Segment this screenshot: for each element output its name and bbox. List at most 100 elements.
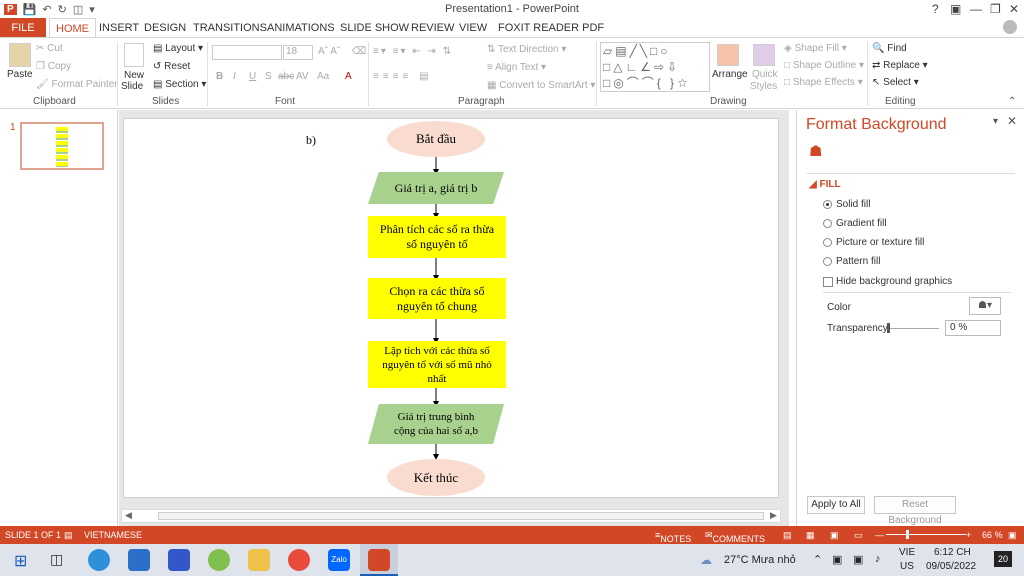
new-slide-icon[interactable] [124, 43, 144, 67]
pane-options-icon[interactable]: ▾ [993, 116, 998, 127]
flowchart-end-oval[interactable]: Kết thúc [387, 459, 485, 496]
bullets-icon[interactable]: ≡▾ ≡▾ ⇤ ⇥ ⇅ [373, 46, 453, 57]
zoom-in-icon[interactable]: + [966, 530, 971, 540]
flowchart-process-product[interactable]: Lập tích với các thừa số nguyên tố với s… [368, 341, 506, 388]
input-language-1[interactable]: VIE [899, 547, 915, 558]
powerpoint-icon[interactable] [368, 549, 390, 571]
text-direction-button[interactable]: ⇅ Text Direction ▾ [487, 44, 566, 55]
restore-icon[interactable]: ❐ [990, 2, 1001, 16]
section-button[interactable]: ▤ Section ▾ [153, 79, 206, 90]
ribbon-display-icon[interactable]: ▣ [950, 2, 961, 16]
fill-bucket-icon[interactable]: ☗ [809, 142, 822, 160]
zoom-slider-thumb[interactable] [906, 530, 909, 539]
tab-foxit-reader-pdf[interactable]: FOXIT READER PDF [492, 18, 610, 38]
language-indicator[interactable]: VIETNAMESE [84, 530, 142, 540]
gradient-fill-radio[interactable] [823, 219, 832, 228]
find-button[interactable]: 🔍 Find [872, 43, 907, 54]
flowchart-process-factorize[interactable]: Phân tích các số ra thừa số nguyên tố [368, 216, 506, 258]
edge-icon[interactable] [88, 549, 110, 571]
flowchart-process-common-factors[interactable]: Chọn ra các thừa số nguyên tố chung [368, 278, 506, 319]
reset-button[interactable]: ↺ Reset [153, 61, 190, 72]
quick-styles-icon[interactable] [753, 44, 775, 66]
volume-icon[interactable]: ♪ [875, 553, 881, 565]
replace-button[interactable]: ⇄ Replace ▾ [872, 60, 928, 71]
alignment-icons[interactable]: ≡≡≡≡ ▤ [373, 71, 433, 82]
show-hidden-icons[interactable]: ⌃ [813, 553, 822, 566]
coccoc-icon[interactable] [208, 549, 230, 571]
comments-button[interactable]: ✉ COMMENTS [705, 530, 765, 544]
zalo-icon[interactable]: Zalo [328, 549, 350, 571]
cut-button[interactable]: ✂ Cut [36, 43, 63, 54]
slide-thumbnail[interactable] [20, 122, 104, 170]
file-explorer-icon[interactable] [248, 549, 270, 571]
tab-slide-show[interactable]: SLIDE SHOW [334, 18, 415, 38]
color-picker-button[interactable]: ☗▾ [969, 297, 1001, 315]
pane-close-icon[interactable]: ✕ [1007, 114, 1017, 128]
font-name-combobox[interactable] [212, 45, 282, 60]
normal-view-icon[interactable]: ▤ [783, 530, 792, 541]
chrome-icon[interactable] [288, 549, 310, 571]
change-case-button[interactable]: Aa [317, 71, 329, 82]
shape-outline-button[interactable]: □ Shape Outline ▾ [784, 60, 864, 71]
reading-view-icon[interactable]: ▣ [830, 530, 839, 541]
meet-now-icon[interactable]: ▣ [832, 553, 842, 566]
shape-effects-button[interactable]: □ Shape Effects ▾ [784, 77, 863, 88]
scrollbar-thumb[interactable] [158, 512, 764, 520]
picture-fill-label[interactable]: Picture or texture fill [836, 237, 924, 248]
font-size-combobox[interactable]: 18 [283, 45, 313, 60]
character-spacing-button[interactable]: AV [296, 71, 309, 82]
new-slide-button[interactable]: New [124, 70, 144, 81]
tab-view[interactable]: VIEW [453, 18, 493, 38]
flowchart-output-parallelogram[interactable]: Giá trị trung bình cộng của hai số a,b [368, 404, 504, 444]
underline-button[interactable]: U [249, 71, 256, 82]
transparency-input[interactable]: 0 % [945, 320, 1001, 336]
app-icon[interactable] [168, 549, 190, 571]
scroll-left-icon[interactable]: ◀ [125, 510, 132, 521]
convert-smartart-button[interactable]: ▦ Convert to SmartArt ▾ [487, 80, 595, 91]
zoom-level[interactable]: 66 % [982, 530, 1003, 540]
solid-fill-radio[interactable] [823, 200, 832, 209]
quick-styles-button[interactable]: Quick [752, 69, 778, 80]
flowchart-input-parallelogram[interactable]: Giá trị a, giá trị b [368, 172, 504, 204]
clock-date[interactable]: 09/05/2022 [926, 561, 976, 572]
format-painter-button[interactable]: 🖌 Format Painter [36, 79, 118, 90]
select-button[interactable]: ↖ Select ▾ [872, 77, 919, 88]
fill-section-header[interactable]: ◢ FILL [809, 179, 841, 190]
user-avatar[interactable] [1003, 20, 1017, 34]
tab-file[interactable]: FILE [0, 18, 46, 38]
align-text-button[interactable]: ≡ Align Text ▾ [487, 62, 546, 73]
bold-button[interactable]: B [216, 71, 223, 82]
collapse-ribbon-icon[interactable]: ⌃ [1008, 96, 1016, 107]
paste-icon[interactable] [9, 43, 31, 67]
solid-fill-label[interactable]: Solid fill [836, 199, 870, 210]
gradient-fill-label[interactable]: Gradient fill [836, 218, 887, 229]
network-icon[interactable]: ▣ [853, 553, 863, 566]
strikethrough-button[interactable]: abc [278, 71, 294, 82]
zoom-slider[interactable] [886, 534, 966, 535]
new-slide-button-line2[interactable]: Slide [121, 81, 143, 92]
minimize-icon[interactable]: — [970, 2, 982, 16]
transparency-slider-thumb[interactable] [887, 323, 890, 333]
hide-bg-checkbox[interactable] [823, 277, 833, 287]
copy-button[interactable]: ❐ Copy [36, 61, 71, 72]
input-language-2[interactable]: US [900, 561, 914, 572]
weather-text[interactable]: 27°C Mưa nhỏ [724, 554, 796, 566]
pattern-fill-radio[interactable] [823, 257, 832, 266]
font-color-icon[interactable]: A [345, 71, 352, 82]
mail-icon[interactable] [128, 549, 150, 571]
clock-time[interactable]: 6:12 CH [934, 547, 971, 558]
close-window-icon[interactable]: ✕ [1009, 2, 1019, 16]
grow-font-icon[interactable]: Aˆ Aˇ [318, 46, 340, 57]
horizontal-scrollbar[interactable]: ◀ ▶ [121, 509, 781, 523]
zoom-out-icon[interactable]: — [875, 530, 884, 540]
transparency-slider[interactable] [887, 328, 939, 329]
notification-center-icon[interactable]: 20 [994, 551, 1012, 567]
windows-start-icon[interactable]: ⊞ [14, 551, 27, 571]
notes-button[interactable]: ≡ NOTES [655, 530, 691, 544]
picture-fill-radio[interactable] [823, 238, 832, 247]
quick-styles-button-line2[interactable]: Styles [750, 81, 777, 92]
fit-slide-icon[interactable]: ▣ [1008, 530, 1017, 541]
task-view-icon[interactable]: ◫ [50, 551, 63, 568]
scroll-right-icon[interactable]: ▶ [770, 510, 777, 521]
shape-fill-button[interactable]: ◈ Shape Fill ▾ [784, 43, 847, 54]
